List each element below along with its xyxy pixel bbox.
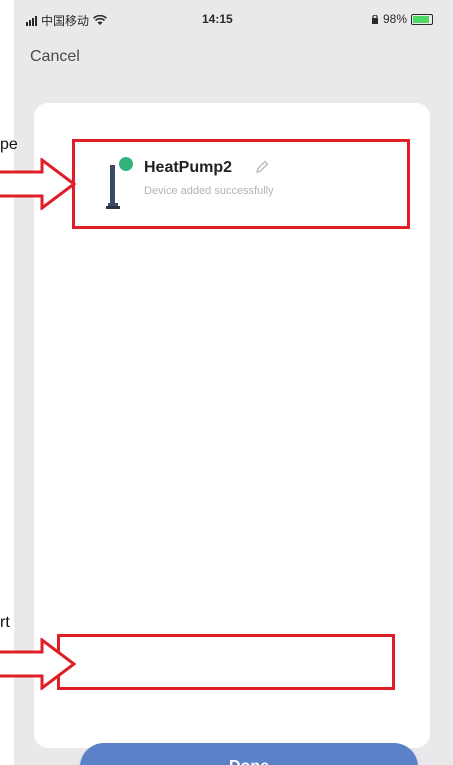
signal-icon bbox=[26, 15, 37, 26]
cancel-button[interactable]: Cancel bbox=[30, 48, 80, 66]
done-highlight-box bbox=[57, 634, 395, 690]
status-right: 98% bbox=[371, 12, 433, 26]
lock-rotation-icon bbox=[371, 14, 378, 24]
arrow-right-icon bbox=[0, 638, 76, 690]
done-button[interactable]: Done bbox=[80, 743, 418, 765]
battery-icon bbox=[411, 13, 433, 25]
annotation-label-top: pe bbox=[0, 136, 18, 153]
status-bar: 中国移动 14:15 98% bbox=[14, 0, 453, 38]
wifi-icon bbox=[93, 15, 108, 25]
status-time: 14:15 bbox=[202, 12, 233, 26]
battery-percent: 98% bbox=[382, 12, 407, 26]
device-highlight-box bbox=[72, 139, 410, 229]
arrow-right-icon bbox=[0, 158, 76, 210]
carrier-label: 中国移动 bbox=[41, 14, 90, 28]
annotation-label-bottom: rt bbox=[0, 614, 10, 631]
status-left: 中国移动 bbox=[26, 12, 108, 29]
